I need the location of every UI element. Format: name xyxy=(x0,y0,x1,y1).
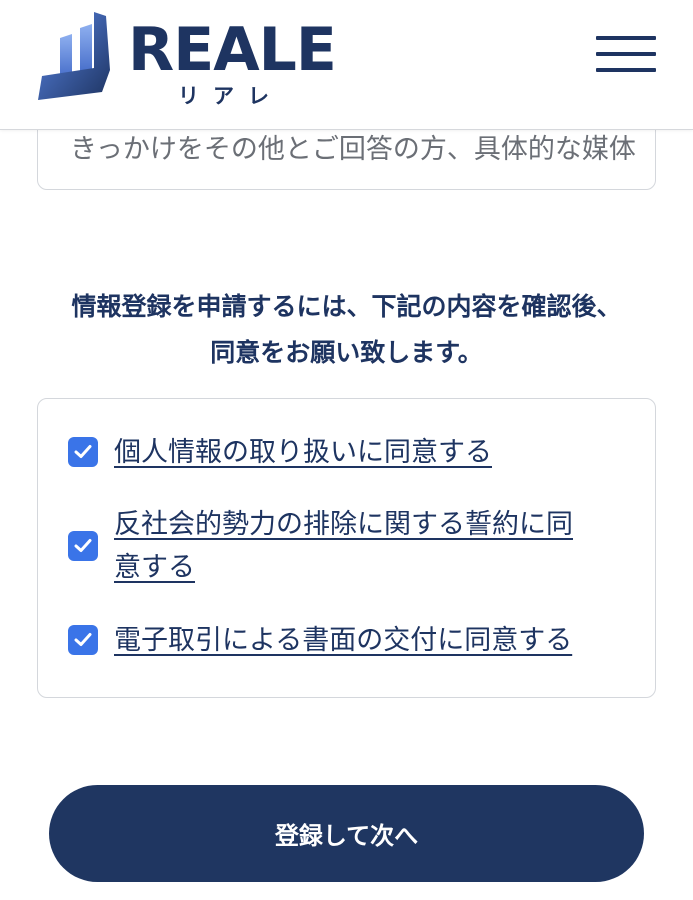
hamburger-menu-button[interactable] xyxy=(596,34,656,76)
register-next-label: 登録して次へ xyxy=(274,822,419,850)
logo-wordmark[interactable]: REALE xyxy=(128,18,337,82)
consent-label-antisocial-line1[interactable]: 反社会的勢力の排除に関する誓約に同 xyxy=(114,503,634,546)
reale-logo-icon[interactable] xyxy=(38,12,120,100)
consent-instructions-line1: 情報登録を申請するには、下記の内容を確認後、 xyxy=(71,292,622,321)
register-next-button[interactable]: 登録して次へ xyxy=(49,785,644,882)
consent-label-electronic[interactable]: 電子取引による書面の交付に同意する xyxy=(114,619,634,662)
consent-label-antisocial-line2[interactable]: 意する xyxy=(114,546,634,589)
checkbox-checked-icon[interactable] xyxy=(68,531,98,561)
checkbox-checked-icon[interactable] xyxy=(68,625,98,655)
checkbox-checked-icon[interactable] xyxy=(68,437,98,467)
consent-label-privacy[interactable]: 個人情報の取り扱いに同意する xyxy=(114,431,634,474)
consent-label-antisocial[interactable]: 反社会的勢力の排除に関する誓約に同 意する xyxy=(114,503,634,589)
consent-instructions: 情報登録を申請するには、下記の内容を確認後、 同意をお願い致します。 xyxy=(20,284,673,376)
consent-instructions-line2: 同意をお願い致します。 xyxy=(210,338,483,367)
referral-detail-value: きっかけをその他とご回答の方、具体的な媒体 xyxy=(70,134,636,165)
consent-checkbox-panel: 個人情報の取り扱いに同意する 反社会的勢力の排除に関する誓約に同 意する 電子取… xyxy=(37,398,656,698)
hamburger-menu-icon-bar xyxy=(596,52,656,56)
site-header: REALE リアレ xyxy=(0,0,693,130)
hamburger-menu-icon-bar xyxy=(596,68,656,72)
logo-kana: リアレ xyxy=(178,84,283,108)
hamburger-menu-icon-bar xyxy=(596,36,656,40)
